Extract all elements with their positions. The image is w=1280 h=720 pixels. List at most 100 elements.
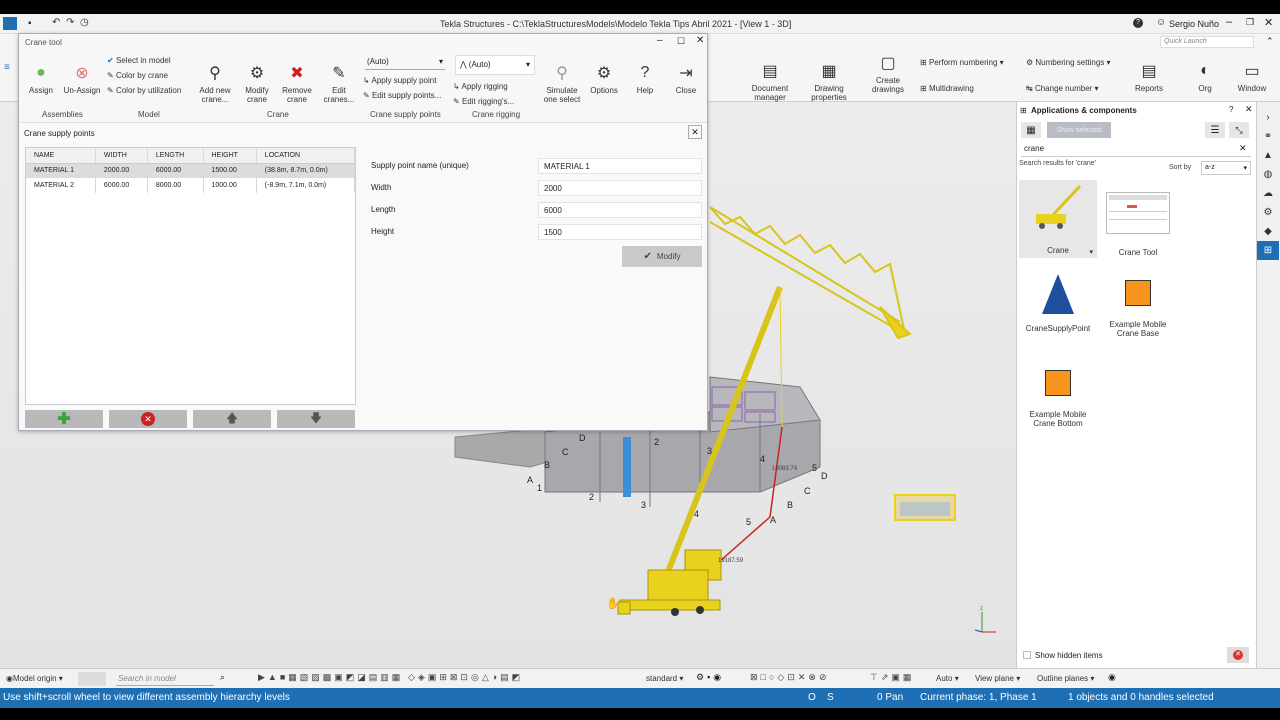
remove-button[interactable]: ✕ <box>1227 647 1249 663</box>
unassign-button[interactable]: ⊗ Un-Assign <box>61 62 103 95</box>
edit-cranes-button[interactable]: ✎ Edit cranes... <box>319 62 359 104</box>
drawing-properties-button[interactable]: ▦ Drawing properties <box>806 60 852 102</box>
applications-icon[interactable]: ⊞ <box>1257 241 1279 260</box>
table-row[interactable]: MATERIAL 2 6000.00 8000.00 1000.00 (-8.9… <box>26 178 356 193</box>
minimize-button[interactable]: – <box>657 35 663 46</box>
supply-point-dropdown[interactable]: (Auto) ▾ <box>365 56 445 70</box>
show-hidden-checkbox[interactable] <box>1023 651 1031 659</box>
modify-crane-button[interactable]: ⚙ Modify crane <box>237 62 277 104</box>
user-icon[interactable]: ☺ <box>1156 17 1166 28</box>
view-plane-select[interactable]: View plane ▾ <box>975 674 1020 683</box>
cloud-icon[interactable]: ☁ <box>1257 184 1279 203</box>
eye-icon[interactable]: ◉ <box>1108 672 1116 683</box>
move-down-button[interactable]: 🡇 <box>277 410 355 428</box>
chevron-down-icon[interactable]: ▾ <box>1089 248 1093 256</box>
help-icon[interactable]: ? <box>1133 18 1143 28</box>
move-up-button[interactable]: 🡅 <box>193 410 271 428</box>
color-by-crane-button[interactable]: ✎ Color by crane <box>107 71 168 80</box>
color-by-utilization-button[interactable]: ✎ Color by utilization <box>107 86 181 95</box>
column-header[interactable]: LENGTH <box>147 148 204 164</box>
grid-view-icon[interactable]: ▦ <box>1021 122 1041 138</box>
height-field[interactable]: 1500 <box>538 224 702 240</box>
create-drawings-button[interactable]: ▢ Create drawings <box>866 52 910 94</box>
org-button[interactable]: ◐ Org <box>1194 60 1216 93</box>
component-card-mobile-crane-base[interactable]: Example Mobile Crane Base <box>1099 280 1177 338</box>
clear-search-icon[interactable]: ✕ <box>1239 143 1247 154</box>
add-new-crane-button[interactable]: ⚲ Add new crane... <box>195 62 235 104</box>
column-header[interactable]: NAME <box>26 148 96 164</box>
undo-icon[interactable]: ↶ <box>52 17 60 28</box>
close-dialog-button[interactable]: ✕ <box>696 35 704 46</box>
component-card-crane-supply-point[interactable]: CraneSupplyPoint <box>1019 270 1097 333</box>
document-manager-button[interactable]: ▤ Document manager <box>748 60 792 102</box>
search-icon[interactable]: ⌕ <box>220 672 225 683</box>
settings-switches[interactable]: ⚙▪◉ <box>696 672 724 683</box>
quick-launch-input[interactable]: Quick Launch <box>1160 36 1254 48</box>
edit-riggings-button[interactable]: ✎ Edit rigging's... <box>453 97 514 106</box>
chevron-up-icon[interactable]: ⌃ <box>1266 36 1274 47</box>
standard-select[interactable]: standard ▾ <box>646 674 683 683</box>
list-view-icon[interactable]: ☰ <box>1205 122 1225 138</box>
show-selected-button[interactable]: Show selected <box>1047 122 1111 138</box>
auto-select[interactable]: Auto ▾ <box>936 674 959 683</box>
length-field[interactable]: 6000 <box>538 202 702 218</box>
width-field[interactable]: 2000 <box>538 180 702 196</box>
history-icon[interactable]: ◷ <box>80 17 89 28</box>
column-header[interactable]: WIDTH <box>95 148 148 164</box>
cube-icon[interactable]: ◆ <box>1257 222 1279 241</box>
column-header[interactable]: LOCATION <box>256 148 356 164</box>
modify-button[interactable]: ✔ Modify <box>622 246 702 267</box>
save-icon[interactable]: ▪ <box>28 18 32 29</box>
snap-switches[interactable]: ◇◈▣⊞⊠⊡◎△◑▤◩ <box>408 672 523 683</box>
sort-select[interactable]: a-z ▾ <box>1201 161 1251 175</box>
delete-row-button[interactable]: ✕ <box>109 410 187 428</box>
column-header[interactable]: HEIGHT <box>203 148 257 164</box>
close-panel-button[interactable]: ✕ <box>688 125 702 139</box>
model-origin-select[interactable]: ◉Model origin ▾ <box>6 674 63 683</box>
link-icon[interactable]: ⚭ <box>1257 127 1279 146</box>
redo-icon[interactable]: ↷ <box>66 17 74 28</box>
change-number-button[interactable]: ↹ Change number ▾ <box>1026 84 1099 93</box>
maximize-button[interactable]: ☐ <box>677 36 685 47</box>
tool-switches[interactable]: ⊤⇗▣▦ <box>870 672 914 683</box>
assign-button[interactable]: ● Assign <box>25 62 57 95</box>
apply-rigging-button[interactable]: ↳ Apply rigging <box>453 82 508 91</box>
outline-planes-select[interactable]: Outline planes ▾ <box>1037 674 1094 683</box>
collapse-icon[interactable]: ⤡ <box>1229 122 1249 138</box>
hat-icon[interactable]: ▲ <box>1257 146 1279 165</box>
window-button[interactable]: ▭ Window <box>1232 60 1272 93</box>
edit-supply-points-button[interactable]: ✎ Edit supply points... <box>363 91 441 100</box>
select-in-model-checkbox[interactable]: ✔ Select in model <box>107 56 171 65</box>
close-button[interactable]: ⇥ Close <box>669 62 703 95</box>
user-name[interactable]: Sergio Nuño <box>1169 19 1219 29</box>
rigging-dropdown[interactable]: ⋀ (Auto) ▾ <box>455 55 535 75</box>
options-button[interactable]: ⚙ Options <box>587 62 621 95</box>
globe-icon[interactable]: ◍ <box>1257 165 1279 184</box>
search-model-input[interactable]: Search in model <box>116 672 214 686</box>
component-card-crane-tool[interactable]: Crane Tool <box>1099 180 1177 257</box>
minimize-button[interactable]: – <box>1226 16 1232 28</box>
selection-switches[interactable]: ▶▲■▦▧▨▩▣◩◪▤▥▦ <box>258 672 403 683</box>
perform-numbering-button[interactable]: ⊞ Perform numbering ▾ <box>920 58 1004 67</box>
reports-button[interactable]: ▤ Reports <box>1130 60 1168 93</box>
chevron-right-icon[interactable]: › <box>1257 108 1279 127</box>
numbering-settings-button[interactable]: ⚙ Numbering settings ▾ <box>1026 58 1111 67</box>
remove-crane-button[interactable]: ✖ Remove crane <box>277 62 317 104</box>
draw-switches[interactable]: ⊠□○◇⊡✕⊗⊘ <box>750 672 830 683</box>
gear-icon[interactable]: ⚙ <box>1257 203 1279 222</box>
name-field[interactable]: MATERIAL 1 <box>538 158 702 174</box>
status-phase[interactable]: Current phase: 1, Phase 1 <box>920 692 1037 703</box>
snap-toggle[interactable] <box>78 672 106 686</box>
simulate-button[interactable]: ⚲ Simulate one select <box>541 62 583 104</box>
multidrawing-button[interactable]: ⊞ Multidrawing <box>920 84 974 93</box>
close-icon[interactable]: ✕ <box>1245 104 1253 115</box>
restore-button[interactable]: ❐ <box>1246 17 1254 28</box>
help-icon[interactable]: ? <box>1229 105 1233 114</box>
add-row-button[interactable]: ✚ <box>25 410 103 428</box>
table-row[interactable]: MATERIAL 1 2000.00 6000.00 1500.00 (38.8… <box>26 163 356 178</box>
side-menu-icon[interactable]: ≡ <box>4 62 14 73</box>
help-button[interactable]: ? Help <box>629 62 661 95</box>
component-card-mobile-crane-bottom[interactable]: Example Mobile Crane Bottom <box>1019 370 1097 428</box>
apply-supply-point-button[interactable]: ↳ Apply supply point <box>363 76 436 85</box>
close-app-button[interactable]: ✕ <box>1264 16 1273 29</box>
